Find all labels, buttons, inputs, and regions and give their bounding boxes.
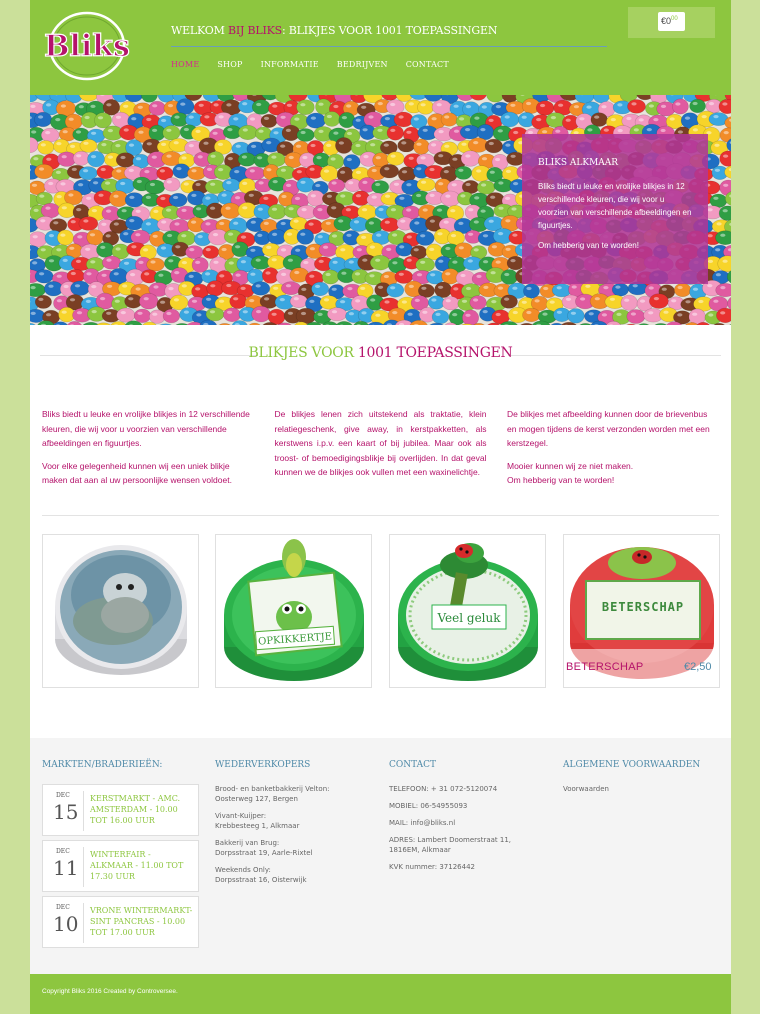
event-item[interactable]: DEC 11 WINTERFAIR - ALKMAAR - 11.00 TOT … — [42, 840, 199, 892]
cart-total[interactable]: €000 — [658, 12, 685, 31]
event-title[interactable]: VRONE WINTERMARKT- SINT PANCRAS - 10.00 … — [90, 905, 195, 938]
product-label-4: BETERSCHAP — [602, 600, 684, 614]
contact-address-line-1: ADRES: Lambert Doomerstraat 11, — [389, 836, 512, 844]
contact-title: CONTACT — [389, 760, 437, 770]
reseller-address: Dorpsstraat 19, Aarle-Rixtel — [215, 849, 313, 857]
reseller-address: Dorpsstraat 16, Oisterwijk — [215, 876, 307, 884]
nav-contact[interactable]: CONTACT — [406, 60, 449, 69]
footer-resellers: WEDERVERKOPERS Brood- en banketbakkerij … — [215, 760, 330, 885]
event-month: DEC — [56, 848, 70, 855]
event-month: DEC — [56, 792, 70, 799]
reseller-name: Weekends Only: — [215, 866, 271, 874]
footer-contact: CONTACT TELEFOON: + 31 072-5120074 MOBIE… — [389, 760, 511, 872]
tagline-pre: WELKOM — [171, 24, 228, 37]
product-name[interactable]: BETERSCHAP — [566, 661, 644, 673]
product-card[interactable]: OPKIKKERTJE — [215, 534, 372, 688]
contact-address-line-2: 1816EM, Alkmaar — [389, 846, 451, 854]
event-month: DEC — [56, 904, 70, 911]
event-item[interactable]: DEC 15 KERSTMARKT - AMC. AMSTERDAM - 10.… — [42, 784, 199, 836]
cart-cents: 00 — [671, 16, 678, 22]
contact-list: TELEFOON: + 31 072-5120074 MOBIEL: 06-54… — [389, 784, 511, 872]
event-day: 15 — [53, 800, 79, 824]
event-day: 11 — [53, 856, 79, 880]
event-separator — [83, 791, 84, 831]
promo-box: BLIKS ALKMAAR Bliks biedt u leuke en vro… — [522, 134, 708, 284]
intro-col-3-p2a: Mooier kunnen wij ze niet maken. — [507, 460, 634, 471]
cart-widget[interactable]: €000 — [628, 7, 715, 38]
product-grid: OPKIKKERTJE Veel geluk BETERSCHAP BETERS… — [42, 534, 720, 688]
section-title-pre: BLIKJES VOOR — [248, 345, 358, 361]
nav-informatie[interactable]: INFORMATIE — [261, 60, 319, 69]
logo-text: Bliks — [44, 29, 130, 64]
event-item[interactable]: DEC 10 VRONE WINTERMARKT- SINT PANCRAS -… — [42, 896, 199, 948]
intro-col-3: De blikjes met afbeelding kunnen door de… — [507, 407, 719, 496]
markets-title: MARKTEN/BRADERIEËN: — [42, 760, 163, 770]
product-price: €2,50 — [684, 661, 712, 673]
contact-mobile: MOBIEL: 06-54955093 — [389, 802, 468, 810]
contact-mail[interactable]: MAIL: info@bliks.nl — [389, 818, 511, 828]
section-header: BLIKJES VOOR 1001 TOEPASSINGEN — [40, 345, 721, 365]
site-header: Bliks WELKOM BIJ BLIKS: BLIKJES VOOR 100… — [30, 0, 731, 95]
intro-col-1-p1: Bliks biedt u leuke en vrolijke blikjes … — [42, 409, 250, 448]
product-image: OPKIKKERTJE — [224, 539, 364, 681]
intro-col-2: De blikjes lenen zich uitstekend als tra… — [275, 407, 487, 496]
hero-banner: BLIKS ALKMAAR Bliks biedt u leuke en vro… — [30, 95, 731, 325]
copyright-bar: Copyright Bliks 2016 Created by Controve… — [30, 974, 731, 1014]
promo-cta: Om hebberig van te worden! — [538, 241, 639, 250]
footer-markets: MARKTEN/BRADERIEËN: DEC 15 KERSTMARKT - … — [42, 760, 199, 952]
intro-col-3-p1: De blikjes met afbeelding kunnen door de… — [507, 409, 710, 448]
footer-terms: ALGEMENE VOORWAARDEN Voorwaarden — [563, 760, 700, 794]
product-card[interactable] — [42, 534, 199, 688]
main-nav: HOME SHOP INFORMATIE BEDRIJVEN CONTACT — [171, 60, 467, 69]
reseller-name: Brood- en banketbakkerij Velton: — [215, 785, 330, 793]
section-title-accent: 1001 TOEPASSINGEN — [357, 345, 513, 361]
header-divider — [171, 46, 607, 47]
resellers-title: WEDERVERKOPERS — [215, 760, 311, 770]
intro-col-1: Bliks biedt u leuke en vrolijke blikjes … — [42, 407, 254, 496]
page: Bliks WELKOM BIJ BLIKS: BLIKJES VOOR 100… — [30, 0, 731, 1014]
reseller-name: Bakkerij van Brug: — [215, 839, 280, 847]
intro-col-2-p1: De blikjes lenen zich uitstekend als tra… — [274, 409, 487, 477]
reseller-address: Krebbesteeg 1, Alkmaar — [215, 822, 300, 830]
intro-columns: Bliks biedt u leuke en vrolijke blikjes … — [42, 407, 719, 496]
nav-bedrijven[interactable]: BEDRIJVEN — [337, 60, 388, 69]
product-image: Veel geluk — [398, 543, 538, 681]
contact-phone: TELEFOON: + 31 072-5120074 — [389, 785, 498, 793]
event-separator — [83, 903, 84, 943]
nav-shop[interactable]: SHOP — [217, 60, 242, 69]
resellers-list: Brood- en banketbakkerij Velton: Oosterw… — [215, 784, 330, 885]
terms-link[interactable]: Voorwaarden — [563, 784, 700, 794]
intro-col-3-p2b: Om hebberig van te worden! — [507, 475, 615, 485]
bliks-logo[interactable]: Bliks — [42, 8, 132, 84]
site-tagline: WELKOM BIJ BLIKS: BLIKJES VOOR 1001 TOEP… — [171, 24, 497, 37]
product-card[interactable]: Veel geluk — [389, 534, 546, 688]
event-title[interactable]: WINTERFAIR - ALKMAAR - 11.00 TOT 17.30 U… — [90, 849, 195, 882]
event-title[interactable]: KERSTMARKT - AMC. AMSTERDAM - 10.00 TOT … — [90, 793, 195, 826]
copyright-text: Copyright Bliks 2016 Created by Controve… — [42, 988, 178, 995]
product-image — [55, 545, 187, 675]
nav-home[interactable]: HOME — [171, 60, 199, 69]
event-separator — [83, 847, 84, 887]
tagline-post: : BLIKJES VOOR 1001 TOEPASSINGEN — [281, 24, 498, 37]
section-title: BLIKJES VOOR 1001 TOEPASSINGEN — [40, 345, 721, 361]
contact-kvk: KVK nummer: 37126442 — [389, 863, 475, 871]
event-day: 10 — [53, 912, 79, 936]
site-footer: MARKTEN/BRADERIEËN: DEC 15 KERSTMARKT - … — [30, 738, 731, 974]
promo-title: BLIKS ALKMAAR — [538, 158, 619, 168]
intro-col-1-p2: Voor elke gelegenheid kunnen wij een uni… — [42, 460, 232, 486]
reseller-address: Oosterweg 127, Bergen — [215, 795, 298, 803]
tagline-accent: BIJ BLIKS — [227, 24, 282, 37]
section-divider — [42, 515, 719, 516]
terms-title: ALGEMENE VOORWAARDEN — [563, 760, 701, 770]
promo-text: Bliks biedt u leuke en vrolijke blikjes … — [538, 182, 692, 230]
reseller-name: Vivant-Kuijper: — [215, 812, 267, 820]
product-label-3: Veel geluk — [436, 611, 501, 625]
product-card[interactable]: BETERSCHAP BETERSCHAP €2,50 — [563, 534, 720, 688]
